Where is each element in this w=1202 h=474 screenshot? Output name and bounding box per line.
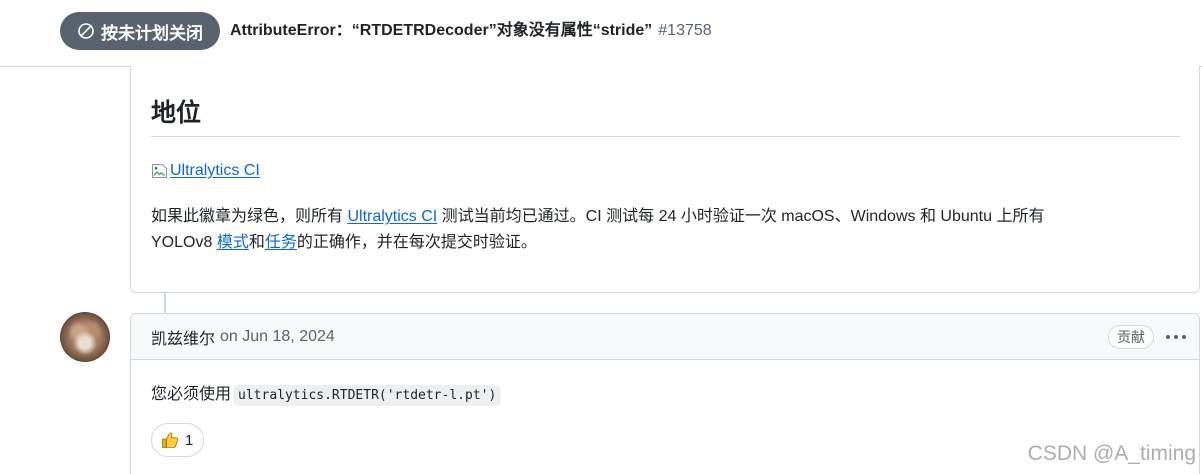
comment-header: 凯兹维尔 on Jun 18, 2024 贡献 [131,314,1199,360]
comment-options-button[interactable] [1165,329,1187,345]
reactions-bar: 1 [151,423,1179,457]
comment-author[interactable]: 凯兹维尔 [151,325,215,349]
watermark: CSDN @A_timing [1027,442,1196,465]
issue-title: AttributeError：“RTDETRDecoder”对象没有属性“str… [230,19,712,43]
comment-text-prefix: 您必须使用 [151,386,232,403]
issue-state-label: 按未计划关闭 [101,23,203,43]
ci-description-text: YOLOv8 [151,234,217,251]
reaction-thumbs-up-button[interactable]: 1 [151,423,205,457]
avatar[interactable] [60,312,110,362]
ci-badge-image-link[interactable]: Ultralytics CI [151,159,1180,183]
ci-description-text: 测试当前均已通过。CI 测试每 24 小时验证一次 macOS、Windows … [437,208,1045,225]
markdown-heading: 地位 [151,98,1180,137]
ci-description-text: 和 [248,234,265,251]
tasks-link[interactable]: 任务 [265,234,297,251]
ci-badge-alt-link[interactable]: Ultralytics CI [170,159,260,183]
previous-comment: 地位 Ultralytics CI 如果此徽章为绿色，则所有 Ultralyti… [130,66,1200,293]
kebab-horizontal-icon [1166,334,1186,339]
comment-text: 您必须使用 ultralytics.RTDETR('rtdetr-l.pt') [151,383,1179,408]
timeline-connector [164,293,166,313]
inline-code: ultralytics.RTDETR('rtdetr-l.pt') [233,385,502,406]
thumbs-up-icon [161,431,179,449]
comment-timestamp[interactable]: on Jun 18, 2024 [220,328,335,346]
modes-link[interactable]: 模式 [217,234,249,251]
ci-description-text: 如果此徽章为绿色，则所有 [151,208,348,225]
reaction-count: 1 [185,431,194,449]
skip-icon [77,22,95,40]
contributor-badge: 贡献 [1108,324,1154,349]
ci-description-text: 的正确作，并在每次提交时验证。 [296,234,537,251]
broken-image-icon [151,163,170,179]
comment-actions: 贡献 [1108,324,1187,349]
issue-title-text: AttributeError：“RTDETRDecoder”对象没有属性“str… [230,22,653,39]
ultralytics-ci-link[interactable]: Ultralytics CI [347,208,437,225]
comment-meta: 凯兹维尔 on Jun 18, 2024 [151,325,335,349]
issue-state-badge: 按未计划关闭 [60,12,220,50]
issue-number: #13758 [658,22,712,39]
issue-header: 按未计划关闭 AttributeError：“RTDETRDecoder”对象没… [0,0,1202,67]
ci-description: 如果此徽章为绿色，则所有 Ultralytics CI 测试当前均已通过。CI … [151,204,1180,256]
